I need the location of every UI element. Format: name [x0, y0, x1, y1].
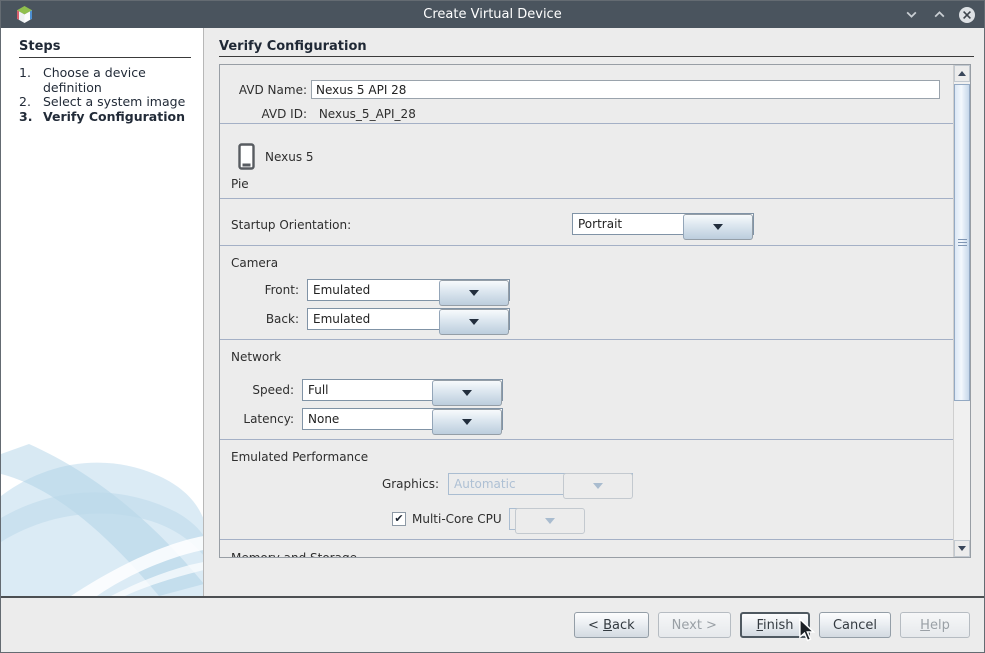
- camera-front-row: Front: Emulated: [224, 279, 299, 301]
- section-divider: [220, 245, 953, 246]
- avd-name-row: AVD Name:: [224, 80, 307, 100]
- heading-divider: [219, 56, 974, 57]
- graphics-label: Graphics:: [224, 473, 439, 495]
- create-virtual-device-dialog: Create Virtual Device Steps: [0, 0, 985, 653]
- performance-section-heading: Emulated Performance: [231, 450, 368, 464]
- camera-front-label: Front:: [224, 279, 299, 301]
- avd-manager-icon: [15, 5, 34, 24]
- chevron-down-icon: [439, 309, 509, 335]
- chevron-down-icon: [432, 380, 502, 406]
- maximize-icon[interactable]: [930, 6, 948, 24]
- camera-back-row: Back: Emulated: [224, 308, 299, 330]
- cancel-button[interactable]: Cancel: [819, 612, 891, 638]
- startup-orientation-label: Startup Orientation:: [231, 218, 351, 232]
- chevron-down-icon: [683, 214, 753, 240]
- title-bar[interactable]: Create Virtual Device: [1, 1, 984, 28]
- close-icon[interactable]: [958, 6, 976, 24]
- avd-name-input[interactable]: [311, 80, 940, 99]
- section-divider: [220, 123, 953, 124]
- memory-storage-section-heading-clipped: Memory and Storage: [231, 551, 357, 558]
- wizard-button-bar: < Back Next > Finish Cancel Help: [1, 596, 984, 652]
- multicore-cpu-count-dropdown: 4: [509, 508, 561, 530]
- network-speed-label: Speed:: [224, 379, 294, 401]
- network-latency-row: Latency: None: [224, 408, 294, 430]
- minimize-icon[interactable]: [902, 6, 920, 24]
- step-choose-device: 1. Choose a device definition: [19, 66, 191, 95]
- mouse-cursor: [796, 618, 818, 642]
- multicore-cpu-label: Multi-Core CPU: [412, 512, 502, 526]
- graphics-row: Graphics: Automatic: [224, 473, 439, 495]
- network-speed-row: Speed: Full: [224, 379, 294, 401]
- step-select-system-image: 2. Select a system image: [19, 95, 191, 110]
- avd-name-label: AVD Name:: [224, 80, 307, 100]
- decorative-swoosh-graphic: [1, 426, 204, 596]
- network-latency-dropdown[interactable]: None: [302, 408, 503, 430]
- startup-orientation-dropdown[interactable]: Portrait: [572, 213, 754, 235]
- window-title: Create Virtual Device: [1, 7, 984, 22]
- system-image-name: Pie: [231, 177, 249, 191]
- chevron-down-icon: [439, 280, 509, 306]
- page-title: Verify Configuration: [219, 39, 367, 54]
- section-divider: [220, 339, 953, 340]
- camera-back-dropdown[interactable]: Emulated: [307, 308, 510, 330]
- configuration-form: AVD Name: AVD ID: Nexus_5_API_28 Nexus 5…: [219, 64, 971, 558]
- section-divider: [220, 439, 953, 440]
- help-button: Help: [900, 612, 970, 638]
- section-divider: [220, 198, 953, 199]
- avd-id-row: AVD ID: Nexus_5_API_28: [224, 106, 416, 122]
- steps-heading: Steps: [19, 39, 60, 54]
- camera-front-dropdown[interactable]: Emulated: [307, 279, 510, 301]
- vertical-scrollbar[interactable]: [953, 65, 970, 557]
- section-divider: [220, 539, 953, 540]
- startup-orientation-row: Startup Orientation: Portrait: [231, 214, 351, 236]
- chevron-down-icon: [515, 508, 585, 534]
- device-name: Nexus 5: [265, 150, 314, 164]
- phone-device-icon: [238, 143, 255, 170]
- network-section-heading: Network: [231, 350, 281, 364]
- verify-configuration-panel: Verify Configuration AVD Name: AVD ID: N…: [204, 28, 984, 596]
- network-latency-label: Latency:: [224, 408, 294, 430]
- back-button[interactable]: < Back: [574, 612, 649, 638]
- scroll-up-icon[interactable]: [954, 65, 970, 82]
- scrollbar-grip: [958, 239, 967, 248]
- network-speed-dropdown[interactable]: Full: [302, 379, 503, 401]
- chevron-down-icon: [432, 409, 502, 435]
- device-summary: Nexus 5: [238, 143, 314, 170]
- steps-divider: [19, 57, 191, 58]
- scrollbar-thumb[interactable]: [954, 84, 970, 401]
- camera-back-label: Back:: [224, 308, 299, 330]
- wizard-steps-sidebar: Steps 1. Choose a device definition 2. S…: [1, 28, 204, 596]
- steps-list: 1. Choose a device definition 2. Select …: [19, 66, 191, 124]
- scroll-down-icon[interactable]: [954, 540, 970, 557]
- multicore-cpu-row: ✔ Multi-Core CPU 4: [392, 508, 561, 530]
- next-button: Next >: [658, 612, 731, 638]
- step-verify-configuration: 3. Verify Configuration: [19, 110, 191, 125]
- graphics-dropdown: Automatic: [448, 473, 633, 495]
- avd-id-value: Nexus_5_API_28: [319, 107, 416, 121]
- multicore-cpu-checkbox[interactable]: ✔: [392, 512, 406, 526]
- chevron-down-icon: [563, 473, 633, 499]
- camera-section-heading: Camera: [231, 256, 278, 270]
- avd-id-label: AVD ID:: [224, 106, 307, 122]
